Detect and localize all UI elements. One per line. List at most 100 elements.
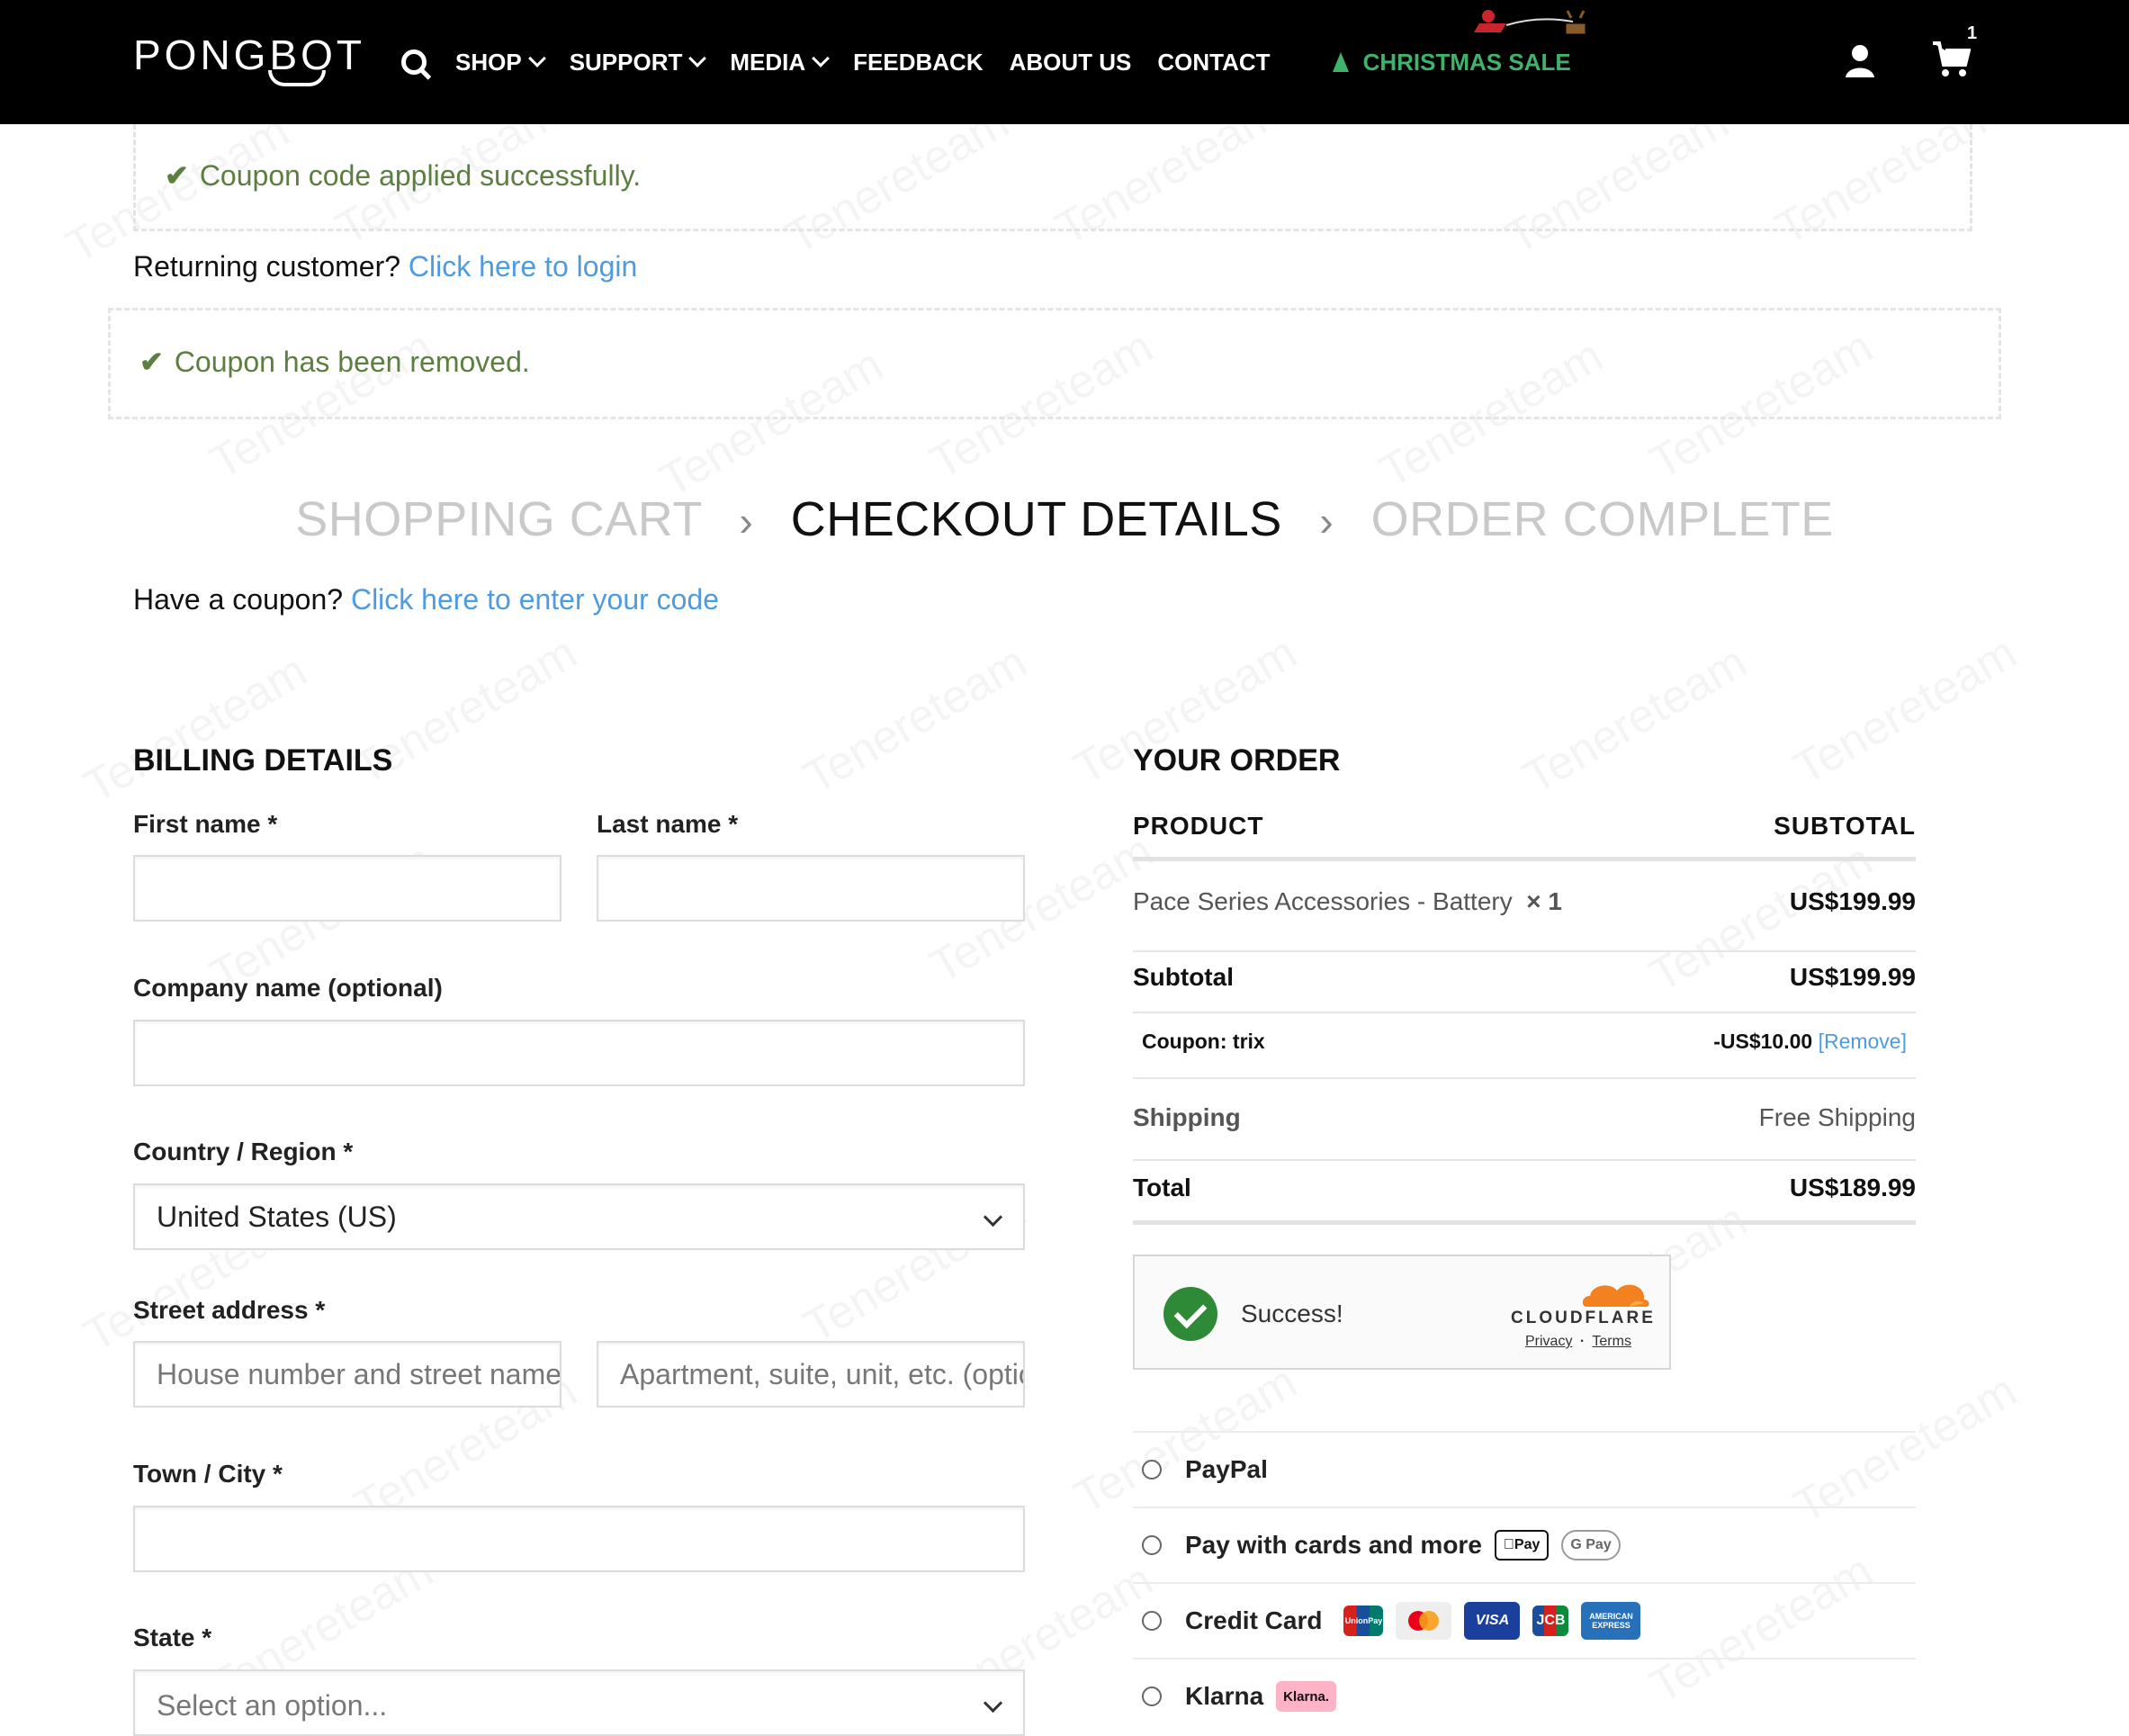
nav-feedback[interactable]: FEEDBACK bbox=[853, 49, 983, 76]
coupon-label: Coupon: trix bbox=[1142, 1030, 1265, 1053]
cloudflare-brand: CLOUDFLARE bbox=[1511, 1309, 1656, 1327]
total-row: Total US$189.99 bbox=[1133, 1174, 1916, 1202]
item-description: Pace Series Accessories - Battery × 1 bbox=[1133, 887, 1562, 916]
step-shopping-cart[interactable]: SHOPPING CART bbox=[295, 492, 702, 546]
country-label: Country / Region * bbox=[133, 1138, 354, 1165]
step-checkout-details[interactable]: CHECKOUT DETAILS bbox=[791, 492, 1282, 546]
cart-icon[interactable] bbox=[1931, 40, 1971, 79]
search-icon[interactable] bbox=[401, 49, 427, 75]
state-placeholder: Select an option... bbox=[157, 1689, 388, 1722]
col-subtotal: SUBTOTAL bbox=[1774, 812, 1916, 840]
subtotal-row: Subtotal US$199.99 bbox=[1133, 963, 1916, 992]
city-field[interactable] bbox=[133, 1506, 1025, 1572]
coupon-removed-notice: ✔ Coupon has been removed. bbox=[108, 308, 2001, 419]
nav-media-label: MEDIA bbox=[730, 48, 806, 76]
nav-support-label: SUPPORT bbox=[569, 48, 683, 76]
street-label: Street address * bbox=[133, 1296, 326, 1324]
enter-coupon-link[interactable]: Click here to enter your code bbox=[351, 583, 719, 616]
unionpay-icon: UnionPay bbox=[1343, 1606, 1384, 1636]
payment-option-klarna[interactable]: Klarna Klarna. bbox=[1133, 1658, 1916, 1733]
apartment-field[interactable]: Apartment, suite, unit, etc. (optional) bbox=[597, 1341, 1025, 1408]
coupon-value: -US$10.00 bbox=[1713, 1030, 1813, 1053]
country-value: United States (US) bbox=[157, 1200, 397, 1233]
first-name-field[interactable] bbox=[133, 855, 561, 922]
nav-contact[interactable]: CONTACT bbox=[1157, 49, 1270, 76]
order-table-header: PRODUCT SUBTOTAL bbox=[1133, 812, 1916, 841]
payment-option-cards[interactable]: Pay with cards and more Pay G Pay bbox=[1133, 1507, 1916, 1582]
divider bbox=[1133, 1159, 1916, 1161]
santa-sleigh-icon bbox=[1474, 10, 1586, 34]
cards-radio[interactable] bbox=[1142, 1535, 1162, 1555]
logo[interactable]: PONGBOT bbox=[133, 31, 365, 79]
cards-label: Pay with cards and more bbox=[1185, 1531, 1482, 1559]
street-placeholder: House number and street name bbox=[157, 1357, 561, 1390]
order-title: YOUR ORDER bbox=[1133, 743, 1341, 778]
paypal-radio[interactable] bbox=[1142, 1460, 1162, 1480]
last-name-field[interactable] bbox=[597, 855, 1025, 922]
chevron-down-icon bbox=[812, 49, 831, 67]
klarna-radio[interactable] bbox=[1142, 1687, 1162, 1706]
nav-shop-label: SHOP bbox=[455, 48, 522, 76]
cart-count-badge: 1 bbox=[1967, 23, 1978, 43]
state-select[interactable]: Select an option... bbox=[133, 1669, 1025, 1736]
nav-about-label: ABOUT US bbox=[1009, 48, 1132, 76]
divider bbox=[1133, 950, 1916, 952]
nav-shop[interactable]: SHOP bbox=[455, 48, 546, 76]
check-icon: ✔ bbox=[165, 159, 189, 192]
apple-pay-icon: Pay bbox=[1494, 1530, 1550, 1561]
subtotal-value: US$199.99 bbox=[1789, 963, 1916, 991]
captcha-status: Success! bbox=[1241, 1300, 1343, 1327]
google-pay-icon: G Pay bbox=[1561, 1530, 1621, 1561]
site-header: PONGBOT SHOP SUPPORT MEDIA FEEDBACK ABOU… bbox=[0, 0, 2129, 124]
coupon-prompt: Have a coupon? Click here to enter your … bbox=[133, 583, 719, 616]
billing-title: BILLING DETAILS bbox=[133, 743, 393, 778]
coupon-applied-notice: ✔ Coupon code applied successfully. bbox=[133, 124, 1972, 231]
main-nav: SHOP SUPPORT MEDIA FEEDBACK ABOUT US CON… bbox=[401, 0, 1571, 124]
street-address-field[interactable]: House number and street name bbox=[133, 1341, 561, 1408]
payment-option-credit-card[interactable]: Credit Card UnionPay VISA JCB AMERICAN E… bbox=[1133, 1582, 1916, 1658]
chevron-right-icon: › bbox=[1319, 498, 1334, 544]
notice-content: ✔ Coupon has been removed. bbox=[139, 345, 530, 379]
amex-icon: AMERICAN EXPRESS bbox=[1581, 1602, 1641, 1640]
divider bbox=[1133, 857, 1916, 861]
credit-card-radio[interactable] bbox=[1142, 1611, 1162, 1631]
apple-pay-text: Pay bbox=[1503, 1537, 1540, 1552]
klarna-label: Klarna bbox=[1185, 1682, 1264, 1710]
state-label: State * bbox=[133, 1624, 212, 1651]
account-icon[interactable] bbox=[1844, 43, 1876, 79]
nav-contact-label: CONTACT bbox=[1157, 48, 1271, 76]
checkout-steps: SHOPPING CART › CHECKOUT DETAILS › ORDER… bbox=[0, 491, 2129, 547]
remove-coupon-link[interactable]: [Remove] bbox=[1819, 1030, 1907, 1053]
nav-support[interactable]: SUPPORT bbox=[569, 48, 707, 76]
coupon-discount: -US$10.00 [Remove] bbox=[1713, 1030, 1907, 1054]
nav-christmas-sale[interactable]: CHRISTMAS SALE bbox=[1332, 49, 1571, 76]
first-name-label: First name * bbox=[133, 810, 278, 838]
chevron-down-icon bbox=[983, 1207, 1003, 1228]
shipping-value: Free Shipping bbox=[1758, 1103, 1916, 1131]
nav-media[interactable]: MEDIA bbox=[730, 48, 831, 76]
nav-about-us[interactable]: ABOUT US bbox=[1010, 49, 1132, 76]
cloudflare-captcha: Success! CLOUDFLARE Privacy · Terms bbox=[1133, 1255, 1671, 1370]
item-qty: × 1 bbox=[1526, 887, 1562, 915]
shipping-label: Shipping bbox=[1133, 1103, 1241, 1131]
country-select[interactable]: United States (US) bbox=[133, 1183, 1025, 1250]
privacy-link[interactable]: Privacy bbox=[1525, 1334, 1572, 1349]
chevron-right-icon: › bbox=[739, 498, 754, 544]
chevron-down-icon bbox=[527, 49, 546, 67]
returning-text: Returning customer? bbox=[133, 250, 401, 283]
payment-option-paypal[interactable]: PayPal bbox=[1133, 1431, 1916, 1507]
coupon-row: Coupon: trix -US$10.00 [Remove] bbox=[1133, 1030, 1916, 1054]
item-name: Pace Series Accessories - Battery bbox=[1133, 887, 1513, 915]
terms-link[interactable]: Terms bbox=[1592, 1334, 1631, 1349]
login-link[interactable]: Click here to login bbox=[409, 250, 637, 283]
company-label: Company name (optional) bbox=[133, 974, 443, 1002]
mastercard-icon bbox=[1396, 1602, 1452, 1640]
total-label: Total bbox=[1133, 1174, 1191, 1201]
divider bbox=[1133, 1220, 1916, 1225]
company-field[interactable] bbox=[133, 1020, 1025, 1086]
last-name-label: Last name * bbox=[597, 810, 739, 838]
order-item-row: Pace Series Accessories - Battery × 1 US… bbox=[1133, 887, 1916, 916]
shipping-row: Shipping Free Shipping bbox=[1133, 1103, 1916, 1132]
notice-content: ✔ Coupon code applied successfully. bbox=[165, 158, 641, 193]
total-value: US$189.99 bbox=[1789, 1174, 1916, 1201]
